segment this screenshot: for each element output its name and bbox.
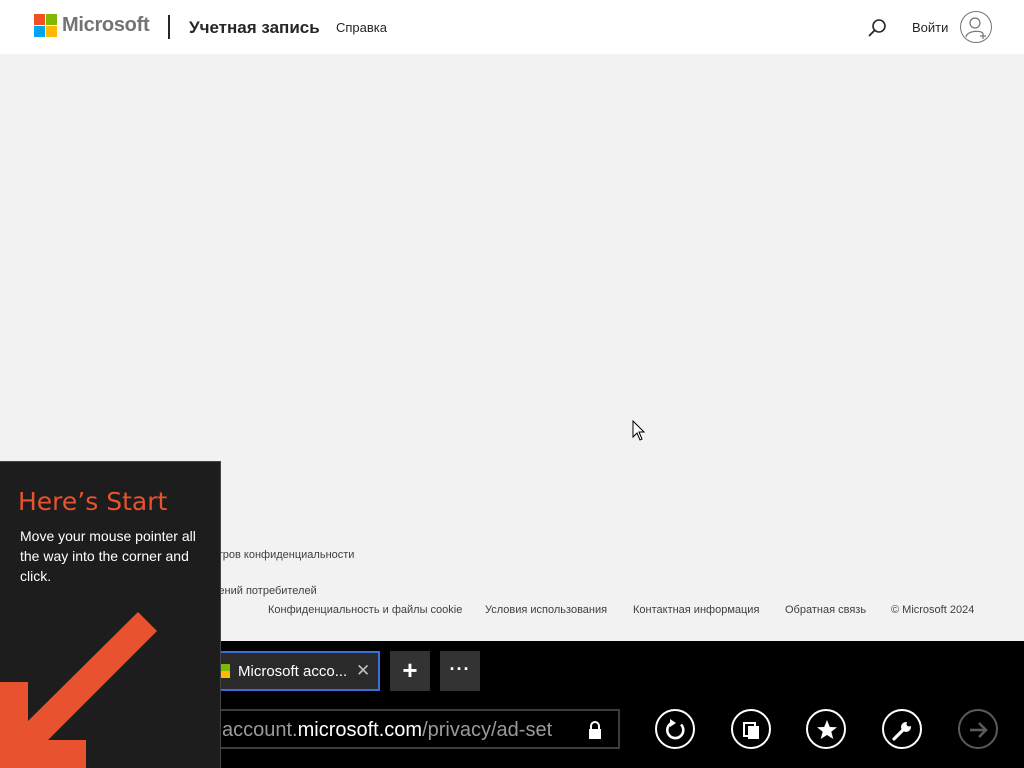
- url-prefix: account.: [222, 719, 298, 741]
- new-tab-button[interactable]: +: [390, 651, 430, 691]
- site-header: Microsoft Учетная запись Справка Войти: [0, 0, 1024, 54]
- address-bar[interactable]: account.microsoft.com/privacy/ad-set: [212, 709, 620, 749]
- tab-close-icon[interactable]: ✕: [356, 661, 370, 681]
- footer-link-terms[interactable]: Условия использования: [485, 604, 607, 616]
- tools-button[interactable]: [882, 709, 922, 749]
- page-title[interactable]: Учетная запись: [189, 18, 320, 38]
- url-domain: microsoft.com: [297, 719, 423, 741]
- favorite-button[interactable]: [806, 709, 846, 749]
- forward-arrow-icon: [970, 722, 988, 738]
- footer-privacy-settings-link[interactable]: етров конфиденциальности: [212, 549, 354, 561]
- mouse-cursor-icon: [632, 420, 646, 441]
- copy-page-icon: [743, 722, 759, 739]
- search-icon[interactable]: [866, 17, 888, 39]
- favorite-star-icon: [817, 720, 837, 739]
- footer-link-privacy-cookies[interactable]: Конфиденциальность и файлы cookie: [268, 604, 462, 616]
- url-path: /privacy/ad-set: [422, 719, 553, 741]
- more-options-button[interactable]: ···: [440, 651, 480, 691]
- refresh-icon: [665, 719, 685, 740]
- help-link[interactable]: Справка: [336, 20, 387, 35]
- refresh-button[interactable]: [655, 709, 695, 749]
- copy-page-button[interactable]: [731, 709, 771, 749]
- start-hint-panel: Here’s Start Move your mouse pointer all…: [0, 461, 221, 768]
- start-hint-title: Here’s Start: [18, 487, 168, 516]
- signin-link[interactable]: Войти: [912, 20, 948, 35]
- start-hint-description: Move your mouse pointer all the way into…: [20, 528, 196, 584]
- lock-icon: [586, 720, 604, 740]
- brand-name[interactable]: Microsoft: [62, 14, 150, 37]
- footer-link-contact[interactable]: Контактная информация: [633, 604, 759, 616]
- wrench-icon: [892, 721, 912, 741]
- footer-copyright: © Microsoft 2024: [891, 604, 975, 616]
- forward-button[interactable]: [958, 709, 998, 749]
- url-text: account.microsoft.com/privacy/ad-set: [222, 719, 552, 742]
- footer-consumer-data-link[interactable]: дений потребителей: [212, 585, 317, 597]
- microsoft-logo-icon[interactable]: [34, 14, 57, 37]
- header-divider: [168, 15, 170, 39]
- browser-tab[interactable]: Microsoft acco... ✕: [214, 651, 380, 691]
- avatar-icon[interactable]: [960, 11, 992, 43]
- tab-title: Microsoft acco...: [238, 663, 348, 680]
- footer-link-feedback[interactable]: Обратная связь: [785, 604, 866, 616]
- favicon-icon: [220, 664, 230, 678]
- corner-arrow-icon: [0, 612, 157, 768]
